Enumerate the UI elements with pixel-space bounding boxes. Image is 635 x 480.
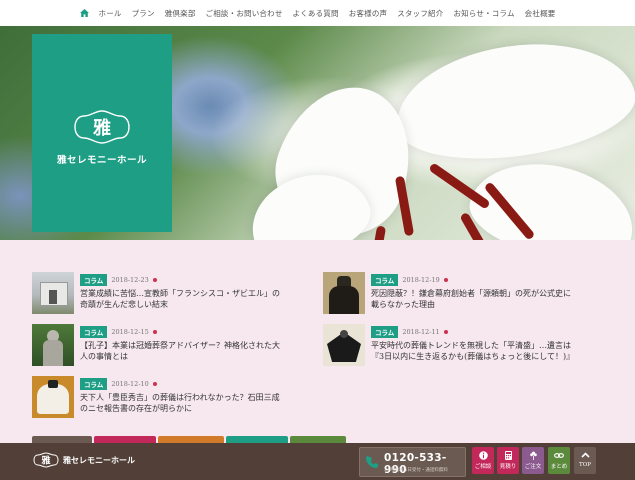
news-title[interactable]: 平安時代の葬儀トレンドを無視した「平清盛」…遺言は『3日以内に生き返るかも(葬儀… [371,340,574,362]
news-title[interactable]: 死因隠蔽？！鎌倉幕府創始者「源頼朝」の死が公式史に載らなかった理由 [371,288,571,310]
nav-hall[interactable]: ホール [99,8,122,19]
news-item[interactable]: コラム 2018-12-19 死因隠蔽？！鎌倉幕府創始者「源頼朝」の死が公式史に載… [323,272,571,314]
nav-plan[interactable]: プラン [132,8,155,19]
news-date: 2018-12-23 [111,276,149,284]
brand-emblem-icon: 雅 [74,110,130,144]
hero-image: 雅 雅セレモニーホール [0,26,635,240]
category-badge: コラム [80,326,108,338]
news-title[interactable]: 営業成績に苦悩…宣教師「フランシスコ・ザビエル」の奇蹟が生んだ悲しい結末 [80,288,280,310]
calculator-icon [504,451,512,460]
news-date: 2018-12-10 [111,380,149,388]
category-badge: コラム [80,378,108,390]
phone-note: 24時間365日受付・通話料無料 [384,468,448,473]
news-date: 2018-12-11 [402,328,440,336]
nav-voices[interactable]: お客様の声 [349,8,388,19]
nav-staff[interactable]: スタッフ紹介 [397,8,443,19]
estimate-button[interactable]: 見積り [497,447,519,474]
new-dot-icon [152,382,157,386]
news-thumbnail [32,272,74,314]
news-title[interactable]: 【孔子】本業は冠婚葬祭アドバイザー？神格化された大人の事情とは [80,340,280,362]
brand-logo-panel[interactable]: 雅 雅セレモニーホール [32,34,172,232]
news-title[interactable]: 天下人「豊臣秀吉」の葬儀は行われなかった？石田三成のニセ報告書の存在が明らかに [80,392,280,414]
new-dot-icon [152,330,157,334]
news-item[interactable]: コラム 2018-12-11 平安時代の葬儀トレンドを無視した「平清盛」…遺言は『… [323,324,574,366]
flower-icon [529,451,537,460]
news-item[interactable]: コラム 2018-12-23 営業成績に苦悩…宣教師「フランシスコ・ザビエル」の奇… [32,272,280,314]
brand-name: 雅セレモニーホール [56,155,147,166]
nav-news[interactable]: お知らせ・コラム [453,8,514,19]
footer-logo[interactable]: 雅 雅セレモニーホール [33,452,135,468]
news-thumbnail [323,324,365,366]
phone-icon [366,456,378,468]
arrow-up-icon [580,452,590,458]
home-icon[interactable] [79,9,89,17]
order-button[interactable]: ご注文 [522,447,544,474]
nav-faq[interactable]: よくある質問 [293,8,339,19]
back-to-top-button[interactable]: TOP [574,447,596,474]
footer-brand-name: 雅セレモニーホール [63,454,135,465]
info-icon [478,451,488,460]
news-thumbnail [32,324,74,366]
news-item[interactable]: コラム 2018-12-10 天下人「豊臣秀吉」の葬儀は行われなかった？石田三成の… [32,376,280,418]
news-thumbnail [32,376,74,418]
news-list-left: コラム 2018-12-23 営業成績に苦悩…宣教師「フランシスコ・ザビエル」の奇… [32,272,280,428]
nav-contact[interactable]: ご相談・お問い合わせ [206,8,283,19]
lily-stamen [394,175,415,237]
fixed-footer-bar: 雅 雅セレモニーホール 0120-533-990 24時間365日受付・通話料無… [0,443,635,480]
new-dot-icon [152,278,157,282]
new-dot-icon [443,330,448,334]
category-badge: コラム [80,274,108,286]
nav-company[interactable]: 会社概要 [525,8,556,19]
summary-button[interactable]: まとめ [548,447,570,474]
lily-petal [388,29,635,173]
news-list-right: コラム 2018-12-19 死因隠蔽？！鎌倉幕府創始者「源頼朝」の死が公式史に載… [323,272,574,376]
news-thumbnail [323,272,365,314]
consult-button[interactable]: ご相談 [472,447,494,474]
news-item[interactable]: コラム 2018-12-15 【孔子】本業は冠婚葬祭アドバイザー？神格化された大人… [32,324,280,366]
news-date: 2018-12-19 [402,276,440,284]
phone-contact[interactable]: 0120-533-990 24時間365日受付・通話料無料 [359,447,466,477]
global-nav: ホール プラン 雅倶楽部 ご相談・お問い合わせ よくある質問 お客様の声 スタッ… [0,0,635,26]
lily-petal [462,149,635,240]
category-badge: コラム [371,274,399,286]
link-icon [554,453,564,458]
category-badge: コラム [371,326,399,338]
new-dot-icon [443,278,448,282]
news-date: 2018-12-15 [111,328,149,336]
brand-emblem-icon: 雅 [33,452,59,468]
nav-club[interactable]: 雅倶楽部 [165,8,196,19]
svg-text:雅: 雅 [92,117,111,139]
svg-text:雅: 雅 [40,455,50,467]
